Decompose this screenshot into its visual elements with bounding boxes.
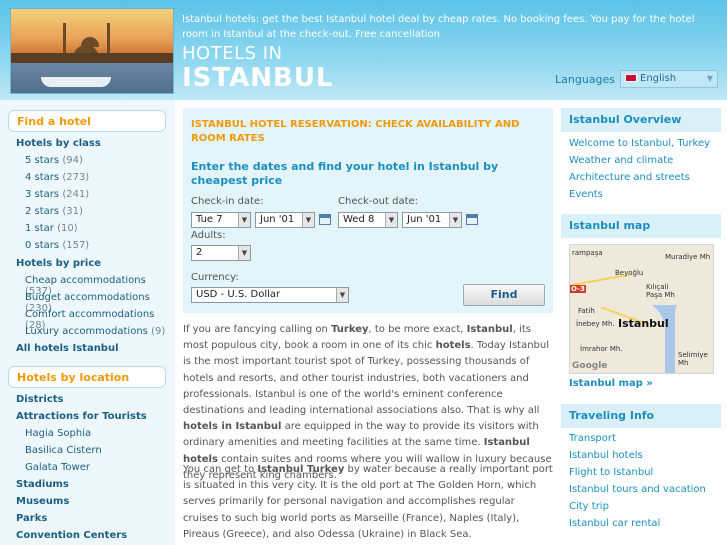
site-title-line2: ISTANBUL	[182, 63, 334, 93]
bold-keyword: Istanbul Turkey	[257, 464, 345, 475]
checkout-day-select[interactable]: Wed 8 ▼	[338, 212, 398, 228]
find-button[interactable]: Find	[463, 284, 545, 306]
site-header: Istanbul hotels: get the best Istanbul h…	[0, 0, 727, 100]
checkin-month-select[interactable]: Jun '01 ▼	[255, 212, 315, 228]
chevron-down-icon: ▼	[302, 213, 314, 227]
checkin-label: Check-in date:	[191, 196, 264, 207]
chevron-down-icon: ▼	[706, 74, 713, 83]
language-select[interactable]: English ▼	[620, 70, 718, 88]
all-hotels-link[interactable]: All hotels Istanbul	[16, 343, 119, 354]
attraction-item[interactable]: Galata Tower	[25, 462, 90, 473]
port-paragraph: You can get to Istanbul Turkey by water …	[183, 464, 553, 540]
reservation-form: ISTANBUL HOTEL RESERVATION: CHECK AVAILA…	[183, 108, 553, 313]
bold-keyword: Istanbul hotels	[183, 437, 530, 465]
parks-link[interactable]: Parks	[16, 513, 47, 524]
price-item[interactable]: Luxury accommodations (9)	[25, 326, 165, 337]
checkout-month-select[interactable]: Jun '01 ▼	[402, 212, 462, 228]
travel-link[interactable]: Transport	[569, 433, 616, 444]
attraction-item[interactable]: Hagia Sophia	[25, 428, 91, 439]
convention-centers-link[interactable]: Convention Centers	[16, 530, 127, 541]
istanbul-banner-image	[10, 8, 174, 94]
stadiums-link[interactable]: Stadiums	[16, 479, 69, 490]
currency-select[interactable]: USD - U.S. Dollar ▼	[191, 287, 349, 303]
checkin-day-select[interactable]: Tue 7 ▼	[191, 212, 251, 228]
travel-link[interactable]: Flight to Istanbul	[569, 467, 653, 478]
istanbul-overview-heading: Istanbul Overview	[561, 108, 721, 132]
travel-link[interactable]: Istanbul tours and vacation	[569, 484, 706, 495]
site-title-line1: HOTELS IN	[182, 43, 283, 64]
class-item[interactable]: 1 star (10)	[25, 223, 78, 234]
traveling-info-heading: Traveling Info	[561, 404, 721, 428]
overview-link[interactable]: Weather and climate	[569, 155, 673, 166]
class-item[interactable]: 5 stars (94)	[25, 155, 83, 166]
districts-link[interactable]: Districts	[16, 394, 63, 405]
chevron-down-icon: ▼	[238, 213, 250, 227]
currency-label: Currency:	[191, 272, 239, 283]
bold-keyword: hotels	[435, 340, 471, 352]
hotels-by-location-heading: Hotels by location	[8, 366, 166, 388]
attractions-link[interactable]: Attractions for Tourists	[16, 411, 147, 422]
adults-select[interactable]: 2 ▼	[191, 245, 251, 261]
intro-paragraph: If you are fancying calling on Turkey, t…	[183, 324, 552, 481]
museums-link[interactable]: Museums	[16, 496, 69, 507]
reservation-title: ISTANBUL HOTEL RESERVATION: CHECK AVAILA…	[191, 119, 520, 144]
istanbul-map-link[interactable]: Istanbul map »	[569, 378, 653, 389]
left-sidebar: Find a hotel Hotels by class 5 stars (94…	[0, 100, 175, 545]
overview-link[interactable]: Welcome to Istanbul, Turkey	[569, 138, 710, 149]
istanbul-map-heading: Istanbul map	[561, 214, 721, 238]
chevron-down-icon: ▼	[238, 246, 250, 260]
site-title[interactable]: HOTELS IN ISTANBUL	[182, 43, 334, 93]
travel-link[interactable]: City trip	[569, 501, 609, 512]
travel-link[interactable]: Istanbul car rental	[569, 518, 660, 529]
class-item[interactable]: 3 stars (241)	[25, 189, 89, 200]
find-hotel-heading: Find a hotel	[8, 110, 166, 132]
class-item[interactable]: 0 stars (157)	[25, 240, 89, 251]
class-item[interactable]: 4 stars (273)	[25, 172, 89, 183]
calendar-icon[interactable]	[466, 214, 478, 225]
hotels-by-price-link[interactable]: Hotels by price	[16, 258, 101, 269]
checkout-label: Check-out date:	[338, 196, 419, 207]
reservation-subtitle: Enter the dates and find your hotel in I…	[191, 160, 499, 187]
travel-link[interactable]: Istanbul hotels	[569, 450, 643, 461]
attraction-item[interactable]: Basilica Cistern	[25, 445, 102, 456]
overview-link[interactable]: Events	[569, 189, 603, 200]
adults-label: Adults:	[191, 230, 226, 241]
istanbul-map[interactable]: rampaşa Beyoğlu Muradiye Mh Kılıçali Paş…	[569, 244, 714, 374]
chevron-down-icon: ▼	[336, 288, 348, 302]
calendar-icon[interactable]	[319, 214, 331, 225]
class-item[interactable]: 2 stars (31)	[25, 206, 83, 217]
chevron-down-icon: ▼	[385, 213, 397, 227]
hotels-by-class-link[interactable]: Hotels by class	[16, 138, 101, 149]
uk-flag-icon	[625, 74, 637, 82]
overview-link[interactable]: Architecture and streets	[569, 172, 690, 183]
bold-keyword: Istanbul	[466, 324, 513, 335]
bold-keyword: Turkey	[331, 324, 369, 335]
languages-label: Languages	[555, 73, 616, 86]
language-selected: English	[640, 73, 677, 84]
site-tagline: Istanbul hotels: get the best Istanbul h…	[182, 14, 695, 40]
chevron-down-icon: ▼	[449, 213, 461, 227]
bold-keyword: hotels in Istanbul	[183, 421, 282, 433]
